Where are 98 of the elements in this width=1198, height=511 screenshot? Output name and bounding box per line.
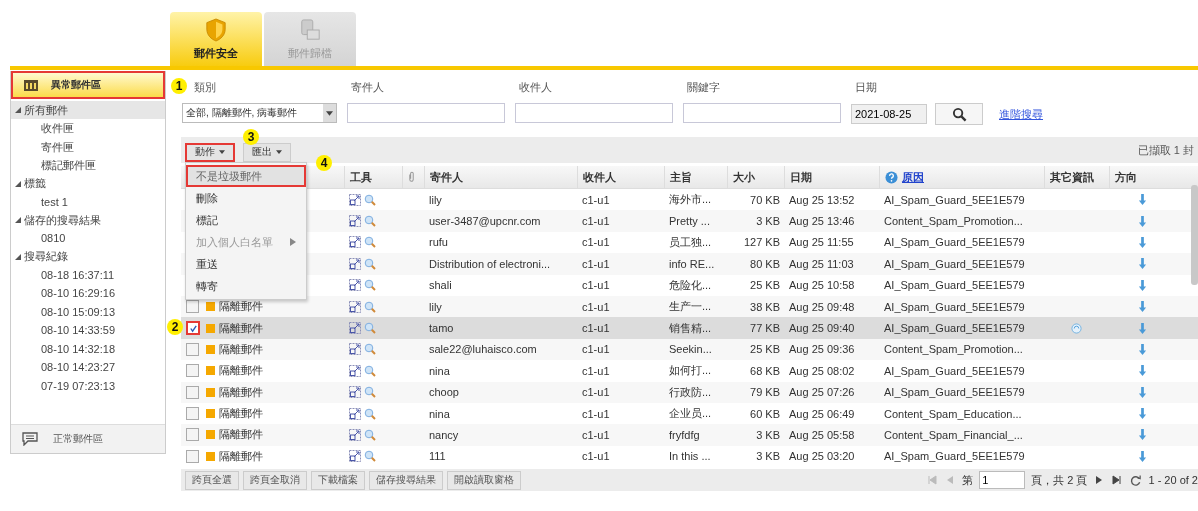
table-cell-text: Content_Spam_Promotion... bbox=[883, 342, 1024, 358]
field-label: 寄件人 bbox=[350, 80, 385, 95]
table-cell-text: c1-u1 bbox=[581, 428, 611, 443]
table-cell-text: 79 KB bbox=[749, 385, 781, 401]
table-cell-text: Aug 25 07:26 bbox=[788, 385, 856, 401]
table-cell-text: Aug 25 09:36 bbox=[788, 342, 856, 358]
table-cell-text: AI_Spam_Guard_5EE1E579 bbox=[883, 278, 1026, 294]
table-cell-text: user-3487@upcnr.com bbox=[428, 214, 542, 230]
table-cell-text: 25 KB bbox=[749, 342, 781, 358]
table-cell-text: nina bbox=[428, 363, 451, 379]
table-cell-text: 77 KB bbox=[749, 321, 781, 337]
table-cell-text: c1-u1 bbox=[581, 406, 611, 422]
table-cell-text: Aug 25 11:03 bbox=[788, 256, 855, 272]
table-cell-text: 危险化... bbox=[668, 277, 713, 293]
page-label: 第 bbox=[962, 472, 974, 488]
table-cell-text: Aug 25 13:52 bbox=[788, 192, 856, 208]
table-cell-text: c1-u1 bbox=[581, 214, 611, 230]
table-cell-text: AI_Spam_Guard_5EE1E579 bbox=[883, 321, 1026, 337]
table-cell-text: 员工独... bbox=[668, 234, 713, 250]
table-cell-text: Aug 25 13:46 bbox=[788, 214, 856, 230]
table-cell-text: 68 KB bbox=[749, 363, 781, 379]
table-cell-text: 如何打... bbox=[668, 363, 713, 379]
table-cell-text: 生产一... bbox=[668, 299, 713, 315]
table-cell-text: Seekin... bbox=[668, 342, 713, 358]
table-cell-text: 60 KB bbox=[749, 406, 781, 422]
table-cell-text: c1-u1 bbox=[581, 342, 611, 358]
table-cell-text: nina bbox=[428, 406, 451, 422]
step-badge: 2 bbox=[167, 319, 183, 335]
table-cell-text: c1-u1 bbox=[581, 192, 611, 208]
table-cell-text: Distribution of electroni... bbox=[428, 256, 552, 272]
field-label: 日期 bbox=[854, 80, 878, 95]
table-cell: 隔離郵件 bbox=[219, 427, 263, 443]
table-cell-text: 111 bbox=[428, 449, 447, 465]
table-cell-text: 3 KB bbox=[755, 214, 781, 230]
table-cell-text: Pretty ... bbox=[668, 214, 711, 230]
table-cell-text: 25 KB bbox=[749, 278, 781, 294]
table-cell-text: c1-u1 bbox=[581, 321, 611, 337]
table-cell-text: AI_Spam_Guard_5EE1E579 bbox=[883, 235, 1026, 251]
table-cell: 隔離郵件 bbox=[219, 341, 263, 357]
table-cell-text: 海外市... bbox=[668, 192, 713, 208]
table-cell-text: AI_Spam_Guard_5EE1E579 bbox=[883, 385, 1026, 401]
table-cell-text: AI_Spam_Guard_5EE1E579 bbox=[883, 192, 1026, 208]
table-cell-text: fryfdfg bbox=[668, 428, 701, 443]
table-cell-text: Aug 25 05:58 bbox=[788, 428, 856, 443]
table-cell: 隔離郵件 bbox=[219, 406, 263, 422]
table-cell-text: c1-u1 bbox=[581, 363, 611, 379]
table-cell-text: In this ... bbox=[668, 449, 712, 465]
table-cell-text: Aug 25 09:40 bbox=[788, 321, 856, 337]
table-cell-text: 企业员... bbox=[668, 406, 713, 422]
table-cell-text: info RE... bbox=[668, 256, 716, 272]
table-cell: 隔離郵件 bbox=[219, 384, 263, 400]
table-cell-text: AI_Spam_Guard_5EE1E579 bbox=[883, 299, 1026, 315]
table-cell-text: 行政防... bbox=[668, 384, 713, 400]
table-cell-text: 3 KB bbox=[755, 428, 781, 443]
table-cell: 隔離郵件 bbox=[219, 299, 263, 315]
table-cell-text: Content_Spam_Financial_... bbox=[883, 428, 1024, 443]
table-cell: 隔離郵件 bbox=[219, 448, 263, 464]
table-cell-text: AI_Spam_Guard_5EE1E579 bbox=[883, 363, 1026, 379]
table-cell-text: 3 KB bbox=[755, 449, 781, 465]
table-cell-text: 127 KB bbox=[742, 235, 781, 251]
table-cell-text: Aug 25 09:48 bbox=[788, 299, 856, 315]
table-cell-text: c1-u1 bbox=[581, 256, 611, 272]
table-cell: 隔離郵件 bbox=[219, 363, 263, 379]
table-cell-text: c1-u1 bbox=[581, 299, 611, 315]
table-cell-text: Aug 25 11:55 bbox=[788, 235, 855, 251]
field-label: 關鍵字 bbox=[686, 80, 721, 95]
table-cell-text: sale22@luhaisco.com bbox=[428, 342, 538, 358]
step-badge: 3 bbox=[243, 129, 259, 145]
table-cell-text: 销售精... bbox=[668, 320, 713, 336]
selection-count: 已擷取 1 封 bbox=[1137, 142, 1194, 158]
table-cell-text: lily bbox=[428, 192, 443, 208]
table-cell-text: Aug 25 03:20 bbox=[788, 449, 856, 465]
table-cell-text: shali bbox=[428, 278, 453, 294]
table-cell-text: c1-u1 bbox=[581, 235, 611, 251]
table-cell-text: Content_Spam_Education... bbox=[883, 406, 1023, 422]
table-cell-text: 80 KB bbox=[749, 256, 781, 272]
field-label: 類別 bbox=[193, 80, 217, 95]
table-cell-text: c1-u1 bbox=[581, 449, 611, 465]
table-cell-text: c1-u1 bbox=[581, 385, 611, 401]
table-cell: 隔離郵件 bbox=[219, 320, 263, 336]
table-cell-text: Aug 25 08:02 bbox=[788, 363, 856, 379]
table-cell-text: 70 KB bbox=[749, 192, 781, 208]
table-cell-text: nancy bbox=[428, 428, 460, 443]
table-cell-text: AI_Spam_Guard_5EE1E579 bbox=[883, 449, 1026, 465]
step-badge: 1 bbox=[171, 78, 187, 94]
table-cell-text: tamo bbox=[428, 321, 455, 337]
page-range: 1 - 20 of 2 bbox=[1148, 474, 1198, 487]
page-label: 頁，共 2 頁 bbox=[1031, 472, 1088, 488]
table-cell-text: rufu bbox=[428, 235, 449, 251]
table-cell-text: 38 KB bbox=[749, 299, 781, 315]
table-cell-text: Aug 25 06:49 bbox=[788, 406, 856, 422]
table-cell-text: Content_Spam_Promotion... bbox=[883, 214, 1024, 230]
table-cell-text: c1-u1 bbox=[581, 278, 611, 294]
table-cell-text: AI_Spam_Guard_5EE1E579 bbox=[883, 256, 1026, 272]
table-cell-text: choop bbox=[428, 385, 460, 401]
table-cell-text: lily bbox=[428, 299, 443, 315]
table-cell-text: Aug 25 10:58 bbox=[788, 278, 856, 294]
field-label: 收件人 bbox=[518, 80, 553, 95]
